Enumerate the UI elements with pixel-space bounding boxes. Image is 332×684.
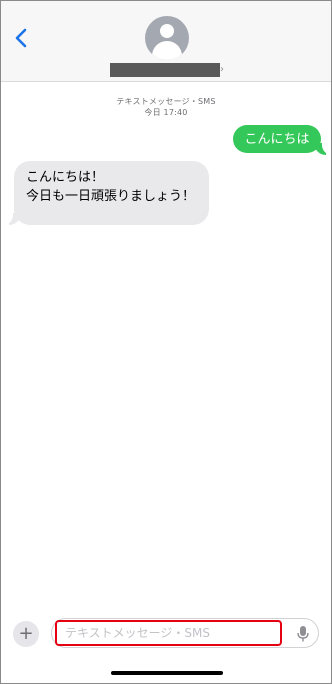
message-input[interactable] <box>55 620 282 646</box>
home-indicator[interactable] <box>111 671 223 675</box>
add-attachment-button[interactable]: + <box>13 621 39 647</box>
message-composer <box>51 618 319 648</box>
incoming-message-bubble[interactable]: こんにちは！ 今日も一日頑張りましょう！ <box>14 161 209 225</box>
outgoing-message-text: こんにちは <box>244 131 310 147</box>
dictation-button[interactable] <box>296 625 310 643</box>
plus-icon: + <box>18 623 34 644</box>
microphone-icon <box>297 626 309 642</box>
contact-avatar[interactable] <box>145 16 189 60</box>
back-button[interactable] <box>9 23 33 53</box>
messages-screen: › テキストメッセージ・SMS 今日 17:40 こんにちは こんにちは！ 今日… <box>0 0 332 684</box>
conversation-header: › <box>1 1 331 82</box>
service-label: テキストメッセージ・SMS <box>116 97 216 106</box>
chevron-left-icon <box>15 28 27 48</box>
outgoing-message-bubble[interactable]: こんにちは <box>233 125 321 153</box>
contact-name-redacted[interactable] <box>110 63 220 77</box>
message-timestamp: 今日 17:40 <box>144 108 188 117</box>
incoming-message-text: こんにちは！ 今日も一日頑張りましょう！ <box>26 170 196 204</box>
chevron-right-icon: › <box>220 64 224 75</box>
person-avatar-icon <box>160 24 174 38</box>
